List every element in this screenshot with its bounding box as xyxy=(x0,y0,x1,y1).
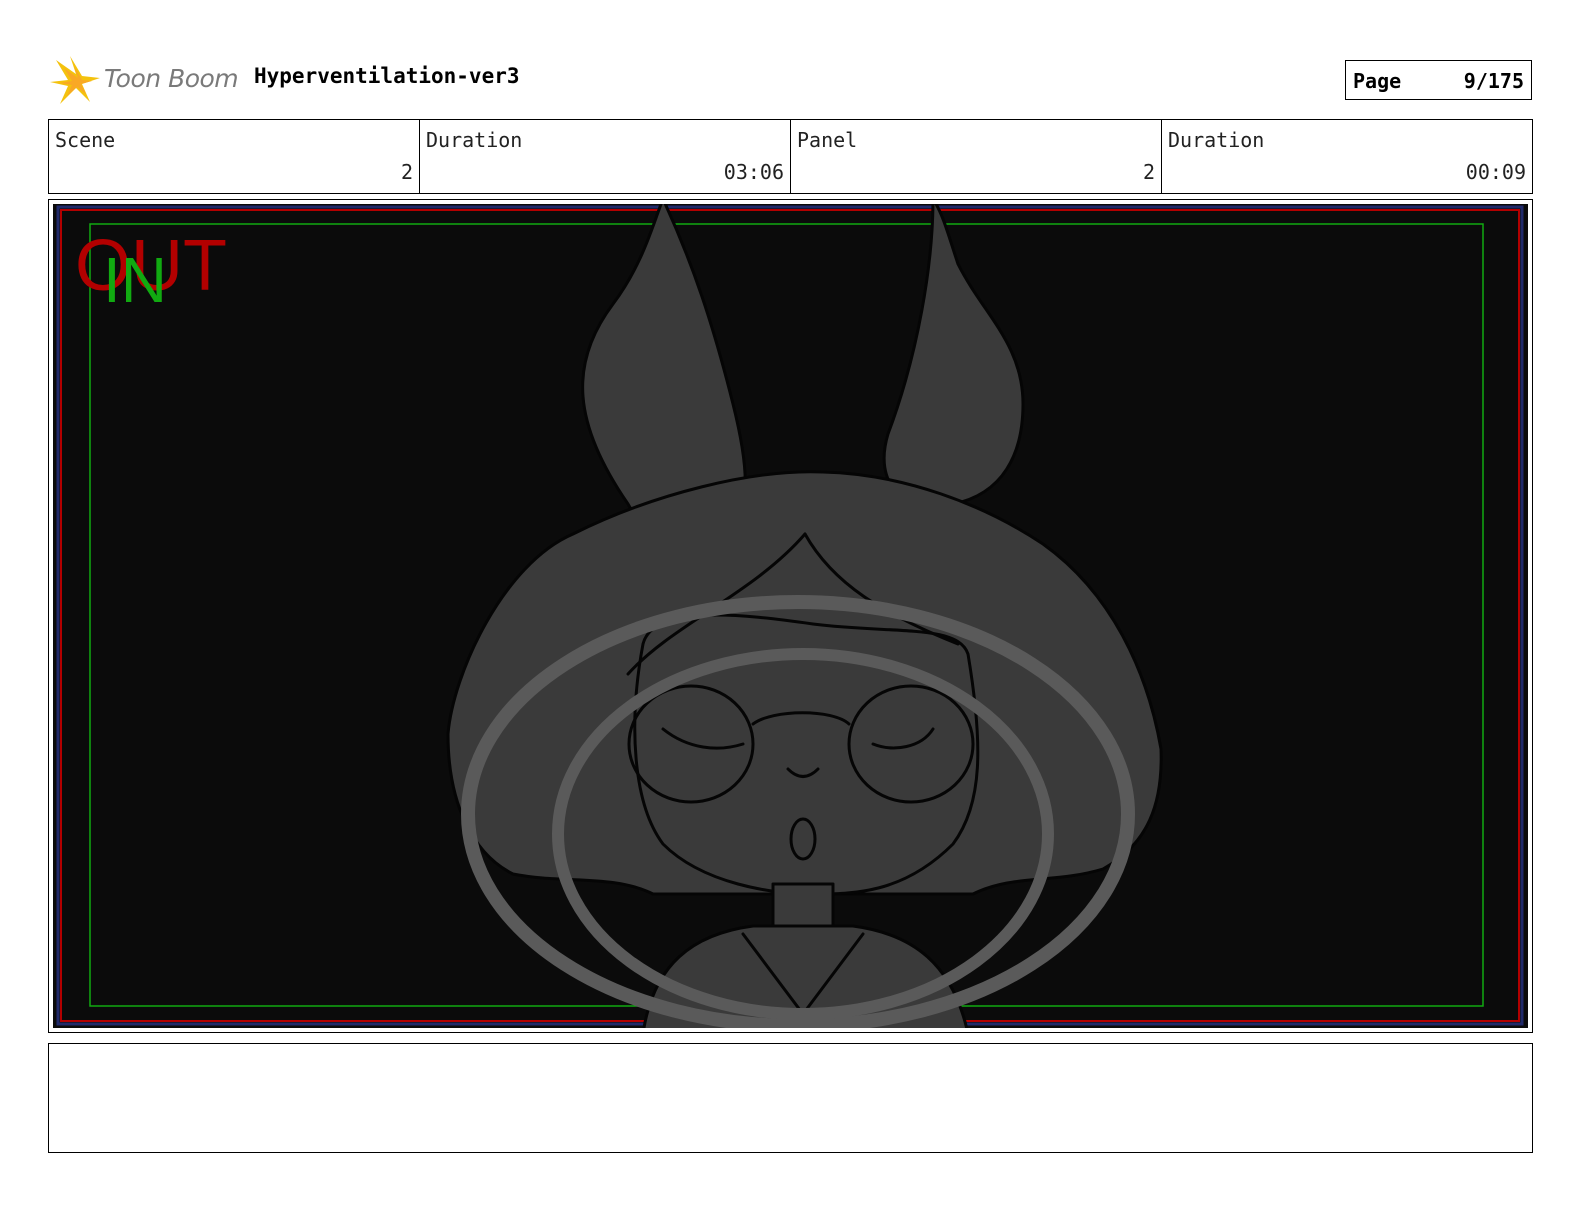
panel-value: 2 xyxy=(1142,160,1155,184)
panel-duration-label: Duration xyxy=(1168,128,1265,152)
panel-label: Panel xyxy=(797,128,858,152)
character-sketch xyxy=(446,204,1163,1028)
scene-value: 2 xyxy=(400,160,413,184)
starburst-icon xyxy=(50,56,100,104)
storyboard-panel: OUT IN xyxy=(53,204,1528,1028)
page-label: Page xyxy=(1353,69,1402,93)
page-number: 9/175 xyxy=(1463,69,1524,93)
scene-label: Scene xyxy=(55,128,116,152)
panel-frame: OUT IN xyxy=(48,199,1533,1033)
scene-duration-value: 03:06 xyxy=(723,160,784,184)
page-indicator: Page 9/175 xyxy=(1345,60,1532,100)
panel-duration-cell: Duration 00:09 xyxy=(1162,120,1532,193)
in-label: IN xyxy=(103,244,167,316)
panel-cell: Panel 2 xyxy=(791,120,1162,193)
scene-cell: Scene 2 xyxy=(49,120,420,193)
dialogue-box xyxy=(48,1043,1533,1153)
brand-name: Toon Boom xyxy=(104,64,239,93)
scene-duration-label: Duration xyxy=(426,128,523,152)
toon-boom-logo: Toon Boom xyxy=(50,54,240,108)
panel-duration-value: 00:09 xyxy=(1465,160,1526,184)
panel-sketch xyxy=(56,204,1524,1028)
scene-duration-cell: Duration 03:06 xyxy=(420,120,791,193)
panel-info-row: Scene 2 Duration 03:06 Panel 2 Duration … xyxy=(48,119,1533,194)
project-title: Hyperventilation-ver3 xyxy=(254,64,520,88)
